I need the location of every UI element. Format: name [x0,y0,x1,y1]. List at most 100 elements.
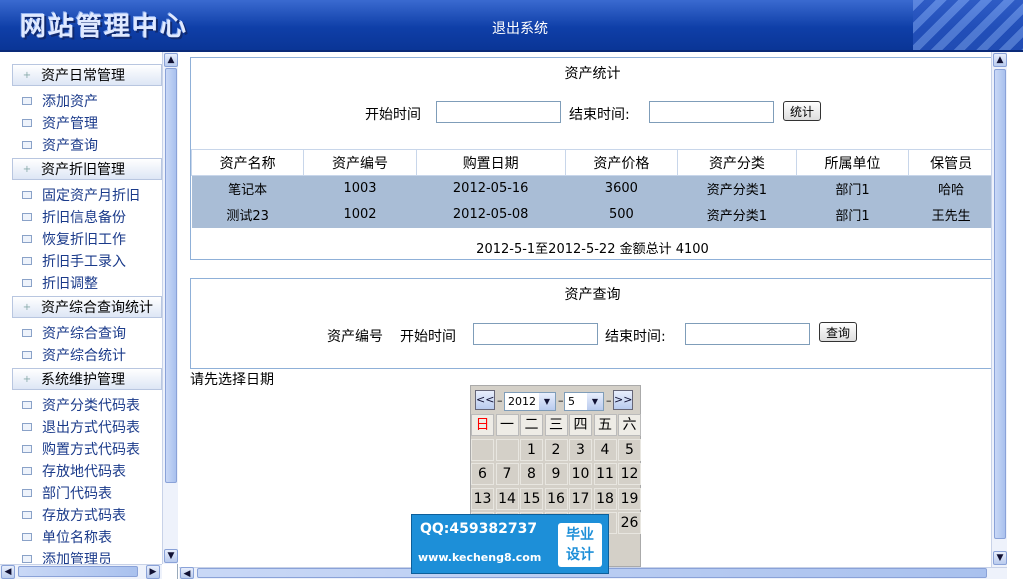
scroll-left-icon[interactable]: ◀ [1,565,15,579]
calendar-day[interactable]: 2 [544,438,568,461]
sidebar-item[interactable]: 资产分类代码表 [0,394,162,416]
stats-start-input[interactable] [436,101,561,123]
main-scroll-thumb[interactable] [994,69,1006,539]
table-cell: 3600 [565,175,678,202]
site-logo: 网站管理中心 [20,12,189,42]
calendar-day[interactable]: 18 [593,487,617,510]
item-icon [22,257,32,265]
scroll-left-icon[interactable]: ◀ [180,567,194,579]
calendar-day[interactable]: 3 [569,438,592,461]
sidebar-item-label: 折旧手工录入 [42,254,126,270]
main-vertical-scrollbar[interactable]: ▲ ▼ [991,52,1007,567]
table-cell: 部门1 [796,175,909,202]
sidebar-item-label: 资产管理 [42,116,98,132]
scroll-up-icon[interactable]: ▲ [164,53,178,67]
month-select[interactable]: 5 ▼ [564,392,604,411]
sidebar-item[interactable]: 资产综合查询 [0,322,162,344]
weekday-header: 六 [618,414,641,436]
sidebar-group[interactable]: + 资产日常管理 [12,64,162,86]
calendar-next-button[interactable]: >> [613,390,633,410]
sidebar-item[interactable]: 恢复折旧工作 [0,228,162,250]
logout-link[interactable]: 退出系统 [492,18,548,38]
item-icon [22,329,32,337]
sidebar-group[interactable]: + 资产综合查询统计 [12,296,162,318]
sidebar-item-label: 资产分类代码表 [42,398,140,414]
query-end-label: 结束时间: [605,329,666,345]
sidebar-item[interactable]: 折旧调整 [0,272,162,294]
stats-end-input[interactable] [649,101,774,123]
table-cell: 笔记本 [191,175,304,202]
calendar-day[interactable]: 17 [569,487,592,510]
column-header: 所属单位 [795,149,910,176]
sidebar-group-label: 资产日常管理 [41,68,125,84]
calendar-day[interactable]: 9 [544,463,568,485]
sidebar-item[interactable]: 退出方式代码表 [0,416,162,438]
item-icon [22,533,32,541]
sidebar-item[interactable]: 存放方式码表 [0,504,162,526]
table-row: 笔记本 1003 2012-05-16 3600 资产分类1 部门1 哈哈 [191,175,994,202]
query-button[interactable]: 查询 [819,322,858,342]
calendar-day[interactable]: 8 [520,463,543,485]
sidebar-item-label: 折旧调整 [42,276,98,292]
stats-title: 资产统计 [564,66,621,82]
sidebar-group[interactable]: + 资产折旧管理 [12,158,162,180]
calendar-day[interactable]: 4 [593,438,617,461]
sidebar-item[interactable]: 资产查询 [0,134,162,156]
item-icon [22,235,32,243]
calendar-day[interactable]: 5 [618,438,641,461]
sidebar-item[interactable]: 单位名称表 [0,526,162,548]
stats-button[interactable]: 统计 [783,101,822,121]
calendar-day[interactable]: 12 [618,463,641,485]
sidebar-item[interactable]: 购置方式代码表 [0,438,162,460]
table-cell: 2012-05-16 [416,175,566,202]
calendar-day[interactable]: 19 [618,487,641,510]
item-icon [22,279,32,287]
calendar-empty-cell [471,438,494,461]
calendar-day[interactable]: 14 [495,487,519,510]
sidebar-item[interactable]: 存放地代码表 [0,460,162,482]
calendar-day[interactable]: 13 [471,487,494,510]
sidebar-item[interactable]: 折旧手工录入 [0,250,162,272]
sidebar-item[interactable]: 折旧信息备份 [0,206,162,228]
sidebar-item[interactable]: 添加资产 [0,90,162,112]
calendar-day[interactable]: 10 [569,463,592,485]
sidebar-item-label: 资产综合查询 [42,326,126,342]
sidebar-item[interactable]: 添加管理员 [0,548,162,564]
expand-icon: + [22,301,32,313]
watermark-badge-line: 设计 [566,547,594,563]
column-header: 资产编号 [303,149,417,176]
watermark-badge: 毕业 设计 [558,523,602,567]
sidebar-horizontal-scrollbar[interactable]: ◀ ▶ [0,564,162,579]
calendar-day[interactable]: 7 [495,463,519,485]
scroll-up-icon[interactable]: ▲ [993,53,1007,67]
sidebar-hscroll-thumb[interactable] [18,566,138,577]
year-select[interactable]: 2012 ▼ [504,392,556,411]
stats-start-label: 开始时间 [365,107,421,123]
calendar-day[interactable]: 15 [520,487,543,510]
calendar-day[interactable]: 26 [618,512,641,534]
calendar-day[interactable]: 16 [544,487,568,510]
sidebar-item[interactable]: 资产管理 [0,112,162,134]
sidebar-item[interactable]: 部门代码表 [0,482,162,504]
scroll-down-icon[interactable]: ▼ [164,549,178,563]
scroll-down-icon[interactable]: ▼ [993,551,1007,565]
sidebar-item-label: 折旧信息备份 [42,210,126,226]
sidebar-vertical-scrollbar[interactable]: ▲ ▼ [162,52,178,564]
calendar-prev-button[interactable]: << [475,390,495,410]
sidebar-group[interactable]: + 系统维护管理 [12,368,162,390]
sidebar: + 资产日常管理 添加资产 资产管理 资产查询 + 资产折旧管理 固定资产月折旧 折旧信息备份恢… [0,52,178,579]
main-content: 资产统计 开始时间 结束时间: 统计 资产名称 资产编号 购置日期 资产价格 资产分类所… [179,52,1007,567]
calendar-day[interactable]: 6 [471,463,494,485]
sidebar-scroll-thumb[interactable] [165,68,177,483]
query-end-input[interactable] [685,323,810,345]
scroll-right-icon[interactable]: ▶ [146,565,160,579]
sidebar-item[interactable]: 固定资产月折旧 [0,184,162,206]
item-icon [22,467,32,475]
table-cell: 哈哈 [908,175,994,202]
sidebar-item-label: 恢复折旧工作 [42,232,126,248]
calendar-day[interactable]: 11 [593,463,617,485]
item-icon [22,423,32,431]
query-start-input[interactable] [473,323,598,345]
sidebar-item[interactable]: 资产综合统计 [0,344,162,366]
calendar-day[interactable]: 1 [520,438,543,461]
